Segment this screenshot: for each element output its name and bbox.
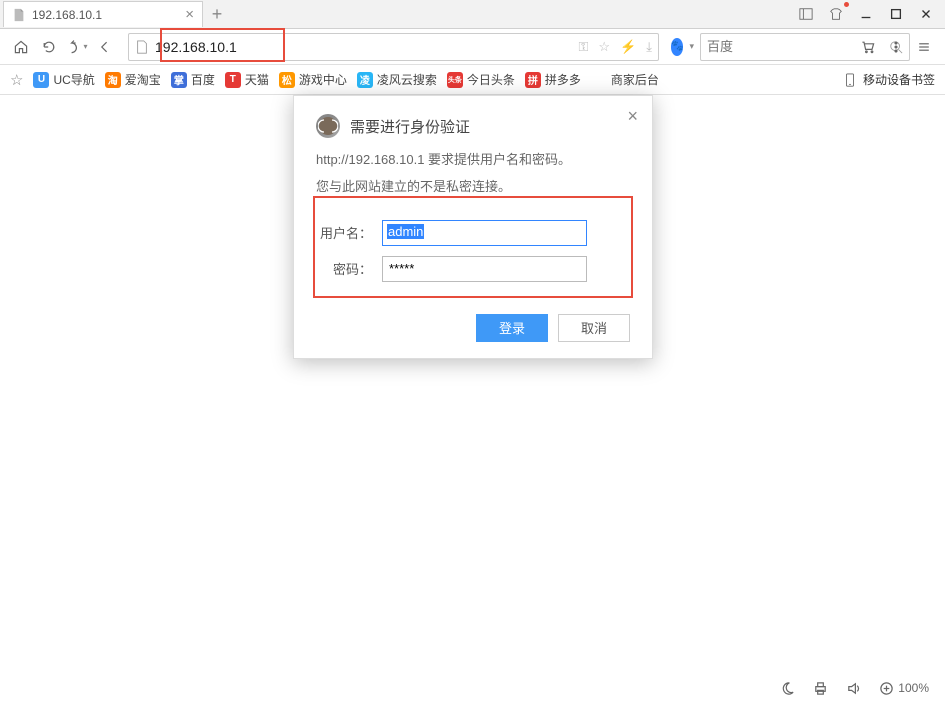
bookmark-label: 商家后台 (611, 71, 659, 88)
tab-bar: 192.168.10.1 × + (0, 0, 945, 29)
bookmark-label: 今日头条 (467, 71, 515, 88)
zoom-icon (879, 681, 894, 696)
new-tab-button[interactable]: + (203, 1, 231, 27)
volume-icon[interactable] (846, 681, 861, 696)
bookmark-label: 游戏中心 (299, 71, 347, 88)
reload-icon[interactable] (38, 36, 60, 58)
bookmark-item[interactable]: 淘爱淘宝 (105, 71, 161, 88)
back-icon[interactable] (94, 36, 116, 58)
minimize-button[interactable] (851, 0, 881, 28)
printer-icon[interactable] (813, 681, 828, 696)
dialog-message-2: 您与此网站建立的不是私密连接。 (316, 177, 630, 198)
bookmark-item[interactable]: 掌百度 (171, 71, 215, 88)
menu-icon[interactable] (913, 36, 935, 58)
cart-icon[interactable] (857, 36, 879, 58)
auth-form: 用户名： admin 密码： (316, 220, 630, 282)
password-input[interactable] (382, 256, 587, 282)
sidebar-toggle-icon[interactable] (791, 0, 821, 28)
url-input[interactable] (155, 39, 573, 55)
status-bar: 100% (0, 674, 945, 702)
bookmark-favicon: U (33, 72, 49, 88)
engine-dropdown-icon[interactable]: ▾ (689, 41, 694, 52)
dialog-message-1: http://192.168.10.1 要求提供用户名和密码。 (316, 150, 630, 171)
baidu-icon[interactable]: 🐾 (671, 38, 683, 56)
lightning-icon[interactable]: ⚡ (620, 39, 636, 55)
more-icon[interactable] (885, 36, 907, 58)
dialog-close-icon[interactable]: × (627, 106, 638, 127)
bookmark-favicon: 凌 (357, 72, 373, 88)
bookmark-label: 天猫 (245, 71, 269, 88)
bookmark-item[interactable]: 头条今日头条 (447, 71, 515, 88)
maximize-button[interactable] (881, 0, 911, 28)
uc-logo-icon (316, 114, 340, 138)
moon-icon[interactable] (780, 681, 795, 696)
bookmark-favicon: T (225, 72, 241, 88)
home-icon[interactable] (10, 36, 32, 58)
bookmark-favicon: 淘 (105, 72, 121, 88)
close-button[interactable] (911, 0, 941, 28)
zoom-control[interactable]: 100% (879, 681, 929, 696)
mobile-bookmarks[interactable]: 移动设备书签 (843, 71, 935, 88)
bookmark-favicon: 头条 (447, 72, 463, 88)
bookmark-favicon (591, 72, 607, 88)
bookmark-item[interactable]: 凌凌风云搜索 (357, 71, 437, 88)
bookmark-label: 凌风云搜索 (377, 71, 437, 88)
bookmark-item[interactable]: 商家后台 (591, 71, 659, 88)
browser-tab[interactable]: 192.168.10.1 × (3, 1, 203, 27)
undo-dropdown-icon[interactable]: ▾ (66, 36, 88, 58)
address-bar[interactable]: ⚿ ☆ ⚡ ⤓ (128, 33, 659, 61)
bookmark-favicon: 松 (279, 72, 295, 88)
bookmark-label: UC导航 (53, 71, 94, 88)
bookmark-bar: ☆ UUC导航淘爱淘宝掌百度 T天猫松游戏中心凌凌风云搜索头条今日头条拼拼多多 商家… (0, 65, 945, 95)
username-label: 用户名： (316, 223, 382, 242)
bookmark-item[interactable]: UUC导航 (33, 71, 94, 88)
mobile-icon (843, 73, 857, 87)
download-icon[interactable]: ⤓ (646, 39, 652, 55)
zoom-value: 100% (898, 681, 929, 695)
page-info-icon (135, 40, 149, 54)
url-action-icons: ⚿ ☆ ⚡ ⤓ (579, 39, 653, 55)
tab-title: 192.168.10.1 (32, 8, 102, 22)
login-button[interactable]: 登录 (476, 314, 548, 342)
mobile-bookmarks-label: 移动设备书签 (863, 71, 935, 88)
tab-close-icon[interactable]: × (185, 6, 194, 23)
bookmark-star-icon[interactable]: ☆ (10, 71, 23, 89)
bookmark-label: 百度 (191, 71, 215, 88)
password-label: 密码： (316, 259, 382, 278)
bookmark-favicon: 拼 (525, 72, 541, 88)
cancel-button[interactable]: 取消 (558, 314, 630, 342)
search-engine-wrap: 🐾 ▾ (671, 33, 851, 61)
window-controls (791, 0, 945, 28)
nav-toolbar: ▾ ⚿ ☆ ⚡ ⤓ 🐾 ▾ (0, 29, 945, 65)
username-input[interactable]: admin (382, 220, 587, 246)
dialog-title: 需要进行身份验证 (350, 116, 470, 137)
bookmark-item[interactable]: 松游戏中心 (279, 71, 347, 88)
bookmark-item[interactable]: 拼拼多多 (525, 71, 581, 88)
auth-dialog: × 需要进行身份验证 http://192.168.10.1 要求提供用户名和密… (293, 95, 653, 359)
key-icon[interactable]: ⚿ (579, 39, 589, 55)
bookmark-label: 拼多多 (545, 71, 581, 88)
page-icon (12, 8, 26, 22)
bookmark-item[interactable]: T天猫 (225, 71, 269, 88)
star-icon[interactable]: ☆ (598, 39, 610, 55)
skin-icon[interactable] (821, 0, 851, 28)
bookmark-favicon: 掌 (171, 72, 187, 88)
bookmark-label: 爱淘宝 (125, 71, 161, 88)
